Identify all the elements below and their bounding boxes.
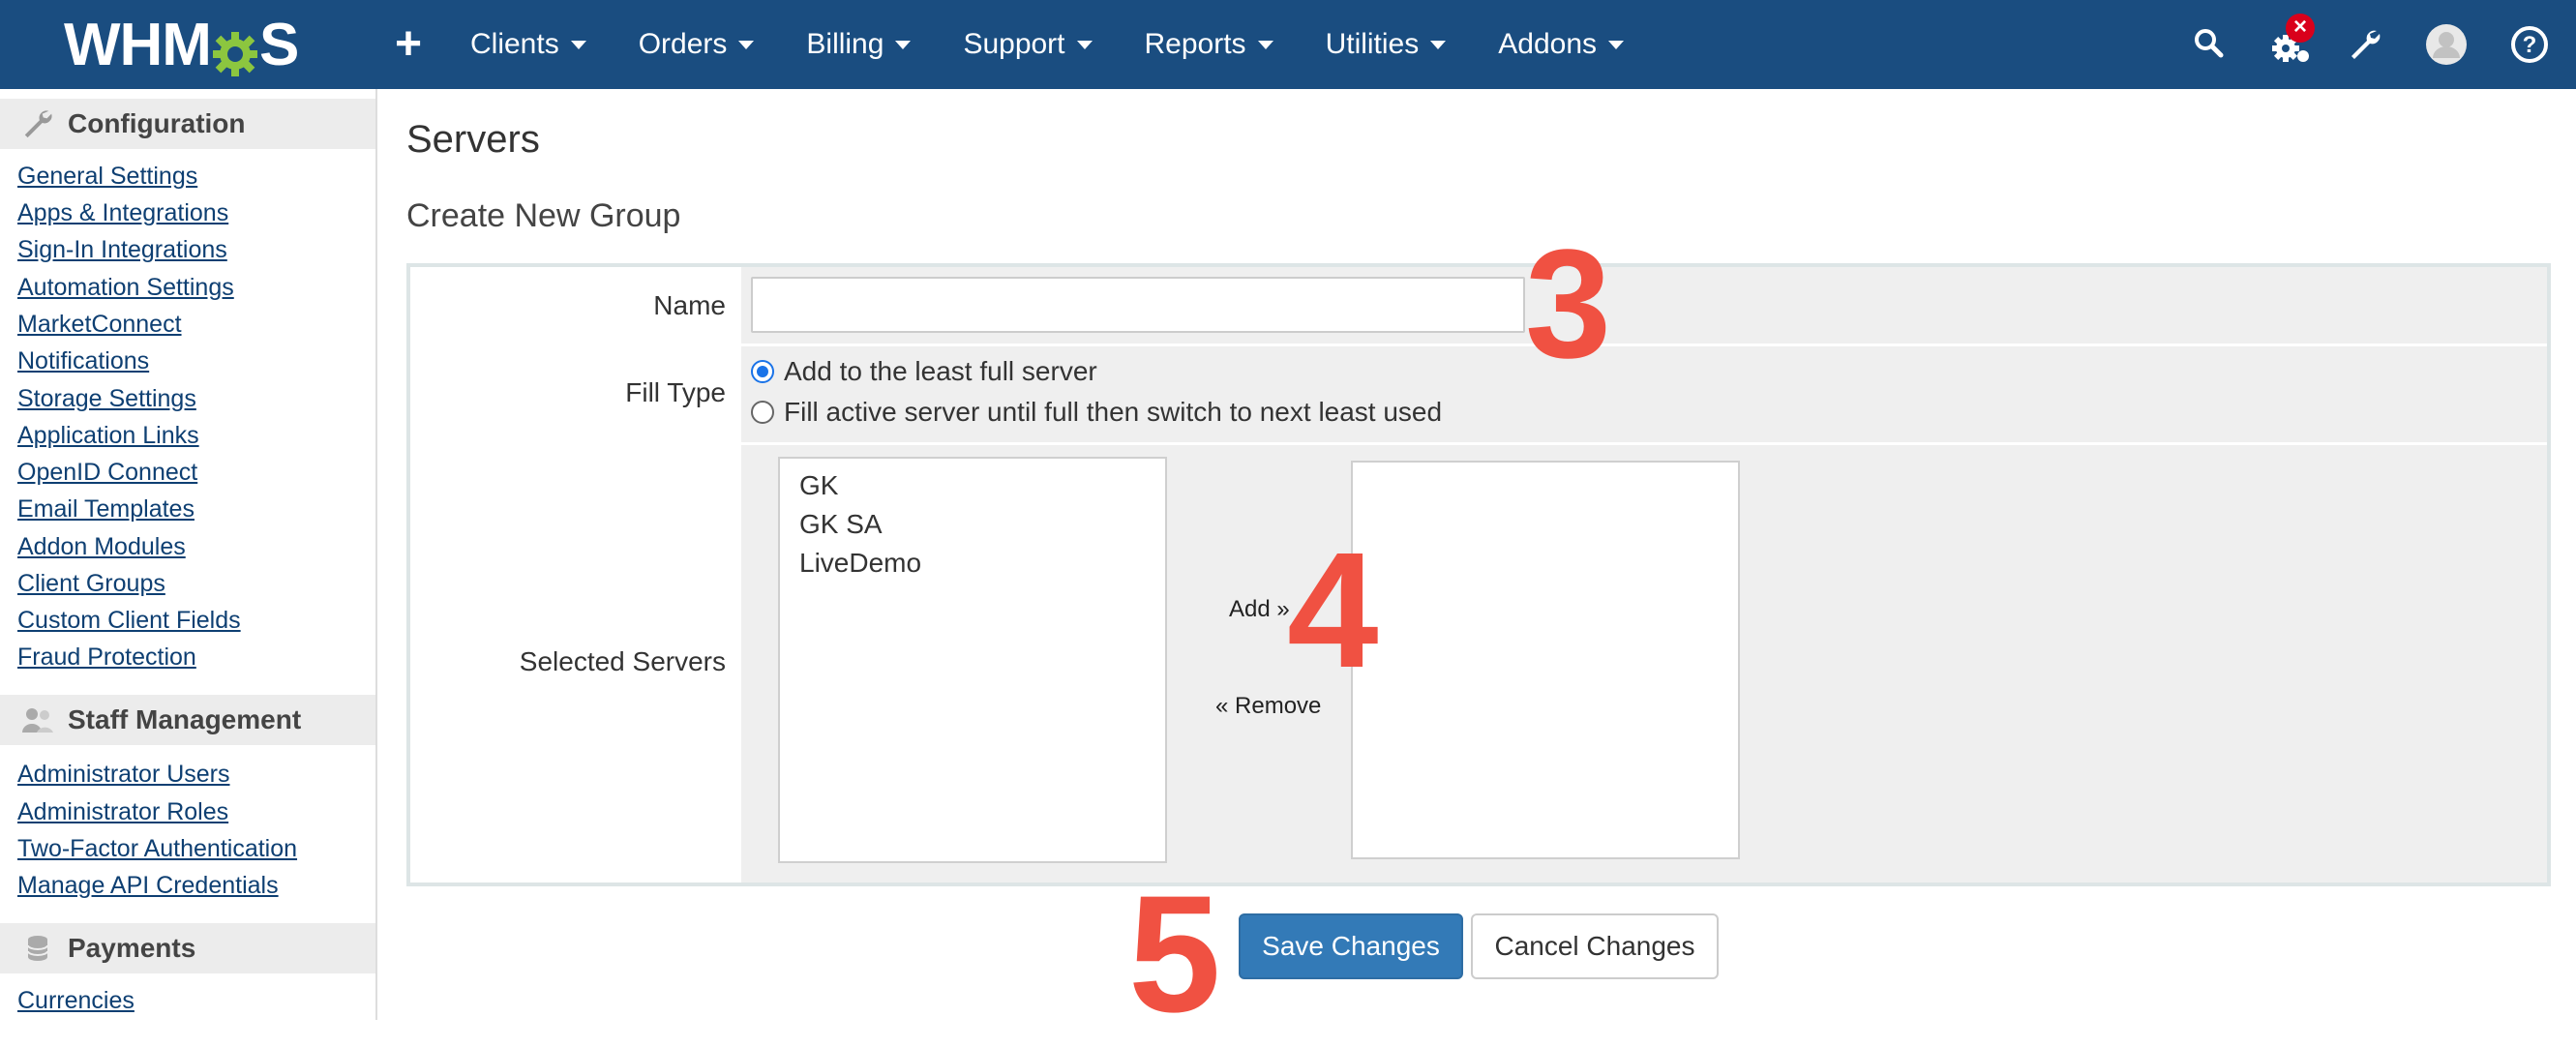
fill-type-label: Fill Type xyxy=(625,377,726,407)
sidebar-link-signin-integrations[interactable]: Sign-In Integrations xyxy=(17,236,227,264)
save-changes-button[interactable]: Save Changes xyxy=(1239,913,1463,979)
main-menu: Clients Orders Billing Support Reports U… xyxy=(470,0,1676,89)
search-icon[interactable] xyxy=(2193,27,2224,63)
add-server-button[interactable]: Add » xyxy=(1229,596,1290,623)
form-row-fill-type: Fill Type Add to the least full server F… xyxy=(410,346,2547,445)
nav-utilities[interactable]: Utilities xyxy=(1326,28,1447,61)
list-item-server[interactable]: LiveDemo xyxy=(780,544,1165,583)
wrench-icon[interactable] xyxy=(2348,27,2382,67)
sidebar-link-openid-connect[interactable]: OpenID Connect xyxy=(17,459,197,487)
sidebar-link-marketconnect[interactable]: MarketConnect xyxy=(17,311,182,339)
users-icon xyxy=(21,703,54,736)
sidebar-link-currencies[interactable]: Currencies xyxy=(17,987,135,1015)
nav-billing[interactable]: Billing xyxy=(806,28,912,61)
section-title: Create New Group xyxy=(406,197,681,234)
nav-addons[interactable]: Addons xyxy=(1498,28,1624,61)
selected-servers-label: Selected Servers xyxy=(519,646,726,676)
sidebar-header-configuration: Configuration xyxy=(0,99,375,149)
radio-unchecked[interactable] xyxy=(751,401,774,424)
sidebar-link-addon-modules[interactable]: Addon Modules xyxy=(17,533,186,561)
form-row-selected-servers: Selected Servers GK GK SA LiveDemo Add »… xyxy=(410,445,2547,882)
nav-reports[interactable]: Reports xyxy=(1145,28,1273,61)
selected-servers-list[interactable] xyxy=(1351,461,1740,859)
create-group-form: Name Fill Type Add to the least full ser… xyxy=(406,263,2551,886)
sidebar-link-administrator-roles[interactable]: Administrator Roles xyxy=(17,798,228,826)
sidebar: Configuration General Settings Apps & In… xyxy=(0,89,377,1020)
sidebar-link-application-links[interactable]: Application Links xyxy=(17,422,199,450)
sidebar-header-staff-management: Staff Management xyxy=(0,695,375,745)
coins-icon xyxy=(21,932,54,965)
sidebar-link-storage-settings[interactable]: Storage Settings xyxy=(17,385,196,413)
radio-checked[interactable] xyxy=(751,360,774,383)
cancel-changes-button[interactable]: Cancel Changes xyxy=(1471,913,1719,979)
caret-down-icon xyxy=(1608,40,1624,49)
whmcs-logo[interactable]: WHM S xyxy=(64,12,299,78)
caret-down-icon xyxy=(895,40,912,49)
help-icon[interactable]: ? xyxy=(2510,25,2549,69)
sidebar-link-notifications[interactable]: Notifications xyxy=(17,347,149,375)
caret-down-icon xyxy=(738,40,755,49)
top-navbar: WHM S + Clients Orders Billing Support R… xyxy=(0,0,2576,89)
name-input[interactable] xyxy=(751,277,1525,333)
name-label: Name xyxy=(653,290,726,320)
fill-option-least-full[interactable]: Add to the least full server xyxy=(751,356,1097,387)
form-row-name: Name xyxy=(410,267,2547,346)
caret-down-icon xyxy=(1430,40,1447,49)
sidebar-link-custom-client-fields[interactable]: Custom Client Fields xyxy=(17,607,241,635)
sidebar-link-client-groups[interactable]: Client Groups xyxy=(17,570,165,598)
list-item-server[interactable]: GK xyxy=(780,466,1165,505)
sidebar-link-administrator-users[interactable]: Administrator Users xyxy=(17,761,230,789)
step-annotation-5: 5 xyxy=(1128,861,1221,1047)
wrench-icon xyxy=(21,107,54,140)
logo-text-left: WHM xyxy=(64,11,212,78)
sidebar-link-automation-settings[interactable]: Automation Settings xyxy=(17,274,234,302)
caret-down-icon xyxy=(1257,40,1273,49)
available-servers-list[interactable]: GK GK SA LiveDemo xyxy=(778,457,1167,863)
plus-icon[interactable]: + xyxy=(389,21,428,68)
step-annotation-3: 3 xyxy=(1525,217,1611,390)
sidebar-link-email-templates[interactable]: Email Templates xyxy=(17,495,195,524)
nav-orders[interactable]: Orders xyxy=(639,28,755,61)
sidebar-link-fraud-protection[interactable]: Fraud Protection xyxy=(17,643,196,672)
page-title: Servers xyxy=(406,118,540,161)
sidebar-header-payments: Payments xyxy=(0,923,375,973)
sidebar-link-apps-integrations[interactable]: Apps & Integrations xyxy=(17,199,228,227)
step-annotation-4: 4 xyxy=(1287,519,1379,703)
logo-text-right: S xyxy=(258,11,299,78)
avatar[interactable] xyxy=(2425,23,2468,71)
gear-alert-icon[interactable]: × xyxy=(2264,14,2319,75)
sidebar-link-manage-api-credentials[interactable]: Manage API Credentials xyxy=(17,872,279,900)
svg-text:?: ? xyxy=(2523,32,2537,58)
fill-option-fill-active[interactable]: Fill active server until full then switc… xyxy=(751,397,1442,428)
logo-gear-icon xyxy=(212,22,257,76)
caret-down-icon xyxy=(570,40,586,49)
sidebar-link-two-factor-auth[interactable]: Two-Factor Authentication xyxy=(17,835,297,863)
list-item-server[interactable]: GK SA xyxy=(780,505,1165,544)
sidebar-link-general-settings[interactable]: General Settings xyxy=(17,163,197,191)
caret-down-icon xyxy=(1076,40,1093,49)
nav-support[interactable]: Support xyxy=(963,28,1093,61)
notification-badge: × xyxy=(2286,14,2315,43)
nav-clients[interactable]: Clients xyxy=(470,28,586,61)
